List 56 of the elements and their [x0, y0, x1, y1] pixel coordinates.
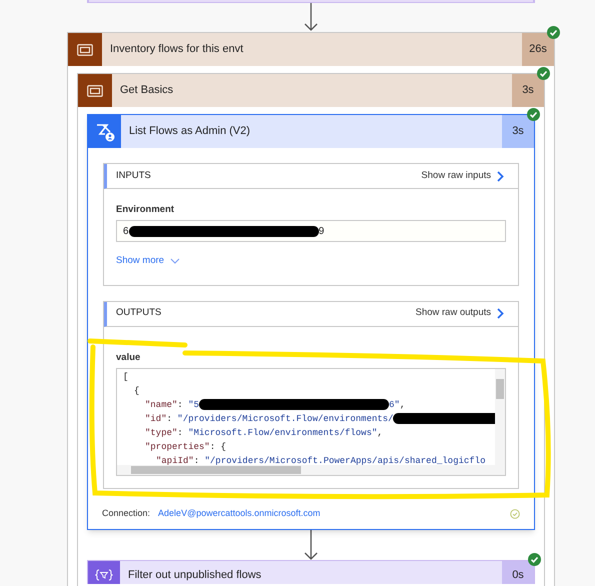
show-raw-link[interactable]: Show raw outputs	[415, 306, 504, 321]
json-key: "id"	[145, 414, 167, 424]
step-duration: 3s	[502, 115, 534, 148]
step-title: List Flows as Admin (V2)	[128, 124, 252, 140]
code-text: {	[134, 386, 140, 396]
step-duration: 3s	[512, 74, 544, 107]
check-circle-icon	[510, 508, 520, 519]
step-title: Filter out unpublished flows	[127, 568, 262, 582]
connector-arrow	[304, 530, 318, 560]
code-text: ,	[400, 400, 406, 410]
horizontal-scrollbar[interactable]	[117, 464, 505, 475]
scope-icon	[87, 84, 103, 96]
json-string: "5	[188, 400, 200, 410]
json-string: 6"	[389, 400, 400, 410]
action-header[interactable]: List Flows as Admin (V2) 3s	[88, 115, 534, 148]
flow-admin-icon	[94, 122, 114, 142]
code-text: :	[177, 428, 184, 438]
chevron-down-icon	[170, 258, 180, 264]
section-header: OUTPUTS	[116, 306, 162, 320]
show-more-link[interactable]: Show more	[116, 254, 180, 268]
chevron-right-icon	[497, 170, 504, 182]
json-string: "/providers/Microsoft.Flow/environments/	[177, 414, 394, 424]
connector-arrow	[304, 3, 318, 31]
step-card[interactable]: Filter out unpublished flows 0s	[87, 560, 535, 584]
code-text: :	[166, 414, 174, 424]
step-title: Inventory flows for this envt	[109, 42, 244, 58]
scope-icon	[77, 44, 93, 56]
json-key: "apiId"	[156, 456, 194, 466]
code-text: 9	[318, 224, 324, 239]
step-duration: 0s	[512, 568, 524, 583]
code-text: ,	[377, 428, 383, 438]
filter-icon	[95, 568, 113, 581]
code-text: :	[177, 400, 184, 410]
connection-label: Connection:	[102, 507, 150, 520]
vertical-scrollbar[interactable]	[495, 368, 505, 465]
chevron-right-icon	[497, 308, 504, 319]
json-string: "/providers/Microsoft.PowerApps/apis/shared_logicflo	[204, 456, 486, 466]
code-text: :	[194, 456, 200, 466]
code-viewer[interactable]: [ { "name": "5 6", "id": "/providers/Microsoft.Flow/environments/ "type": "Microsoft.Flow/environments/flows", "properties": { "apiId": "/providers/Microsoft.PowerApps/apis/shared_logicflo	[116, 368, 506, 476]
code-text: : {	[210, 442, 226, 452]
step-title: Get Basics	[119, 83, 174, 98]
section-header: INPUTS	[116, 168, 151, 183]
environment-field[interactable]: 6 9	[116, 220, 506, 242]
show-raw-link[interactable]: Show raw inputs	[421, 168, 504, 184]
scope-header[interactable]: Get Basics 3s	[78, 74, 544, 107]
json-key: "properties"	[145, 442, 210, 452]
code-text: 6	[123, 224, 129, 239]
scope-header[interactable]: Inventory flows for this envt 26s	[68, 33, 554, 66]
step-duration: 26s	[522, 33, 554, 66]
field-label: Environment	[116, 203, 176, 217]
code-text: [	[123, 372, 128, 382]
json-key: "type"	[145, 428, 178, 438]
field-label: value	[116, 350, 140, 364]
json-string: "Microsoft.Flow/environments/flows"	[188, 428, 378, 438]
connection-account-link[interactable]: AdeleV@powercattools.onmicrosoft.com	[158, 507, 320, 520]
json-key: "name"	[145, 400, 178, 410]
